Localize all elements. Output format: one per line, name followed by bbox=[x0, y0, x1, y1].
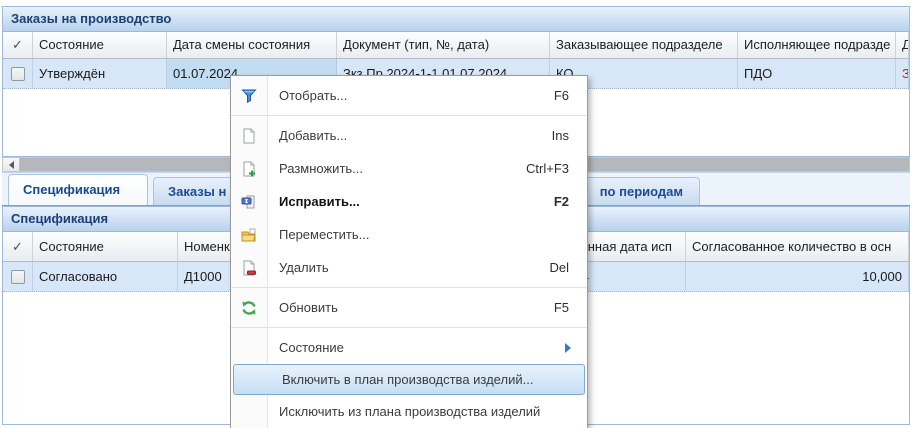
menu-separator bbox=[231, 324, 587, 331]
orders-panel-title: Заказы на производство bbox=[3, 7, 909, 32]
spec-column-state[interactable]: Состояние bbox=[33, 232, 178, 261]
tab-specification[interactable]: Спецификация bbox=[8, 174, 148, 205]
orders-column-document[interactable]: Документ (тип, №, дата) bbox=[337, 32, 550, 58]
orders-header-row: ✓ Состояние Дата смены состояния Докумен… bbox=[3, 32, 909, 59]
menu-item-duplicate[interactable]: Размножить... Ctrl+F3 bbox=[231, 152, 587, 185]
menu-separator bbox=[231, 112, 587, 119]
scroll-left-icon bbox=[9, 161, 14, 169]
menu-separator bbox=[231, 284, 587, 291]
menu-item-exclude-from-plan[interactable]: Исключить из плана производства изделий bbox=[231, 395, 587, 428]
orders-column-ordering-department[interactable]: Заказывающее подразделе bbox=[550, 32, 738, 58]
spec-cell-state[interactable]: Согласовано bbox=[33, 262, 178, 291]
orders-column-extra[interactable]: Д bbox=[896, 32, 909, 58]
submenu-arrow-icon bbox=[565, 343, 571, 353]
orders-row-checkbox[interactable] bbox=[3, 59, 33, 88]
orders-cell-state[interactable]: Утверждён bbox=[33, 59, 167, 88]
refresh-icon bbox=[231, 300, 267, 316]
menu-item-edit[interactable]: Исправить... F2 bbox=[231, 185, 587, 218]
menu-item-refresh[interactable]: Обновить F5 bbox=[231, 291, 587, 324]
menu-item-include-in-plan[interactable]: Включить в план производства изделий... bbox=[233, 364, 585, 395]
orders-column-executing-department[interactable]: Исполняющее подразде bbox=[738, 32, 896, 58]
checkbox-icon bbox=[11, 270, 25, 284]
context-menu: Отобрать... F6 Добавить... Ins Размножит… bbox=[230, 75, 588, 428]
checkbox-icon bbox=[11, 67, 25, 81]
app-window: Заказы на производство ✓ Состояние Дата … bbox=[0, 0, 912, 428]
spec-cell-agreed-qty[interactable]: 10,000 bbox=[686, 262, 909, 291]
menu-item-delete[interactable]: Удалить Del bbox=[231, 251, 587, 284]
orders-check-column-header[interactable]: ✓ bbox=[3, 32, 33, 58]
menu-item-filter[interactable]: Отобрать... F6 bbox=[231, 79, 587, 112]
edit-icon bbox=[231, 194, 267, 210]
orders-cell-executing-department[interactable]: ПДО bbox=[738, 59, 896, 88]
menu-item-move[interactable]: Переместить... bbox=[231, 218, 587, 251]
filter-icon bbox=[231, 88, 267, 104]
spec-check-column-header[interactable]: ✓ bbox=[3, 232, 33, 261]
add-page-icon bbox=[231, 128, 267, 144]
orders-column-state-change-date[interactable]: Дата смены состояния bbox=[167, 32, 337, 58]
delete-page-icon bbox=[231, 260, 267, 276]
menu-item-state[interactable]: Состояние bbox=[231, 331, 587, 364]
duplicate-page-icon bbox=[231, 161, 267, 177]
spec-row-checkbox[interactable] bbox=[3, 262, 33, 291]
spec-column-agreed-qty[interactable]: Согласованное количество в осн bbox=[686, 232, 909, 261]
move-folder-icon bbox=[231, 227, 267, 243]
menu-item-add[interactable]: Добавить... Ins bbox=[231, 119, 587, 152]
orders-column-state[interactable]: Состояние bbox=[33, 32, 167, 58]
scroll-left-button[interactable] bbox=[3, 158, 20, 171]
orders-cell-extra[interactable]: З bbox=[896, 59, 909, 88]
